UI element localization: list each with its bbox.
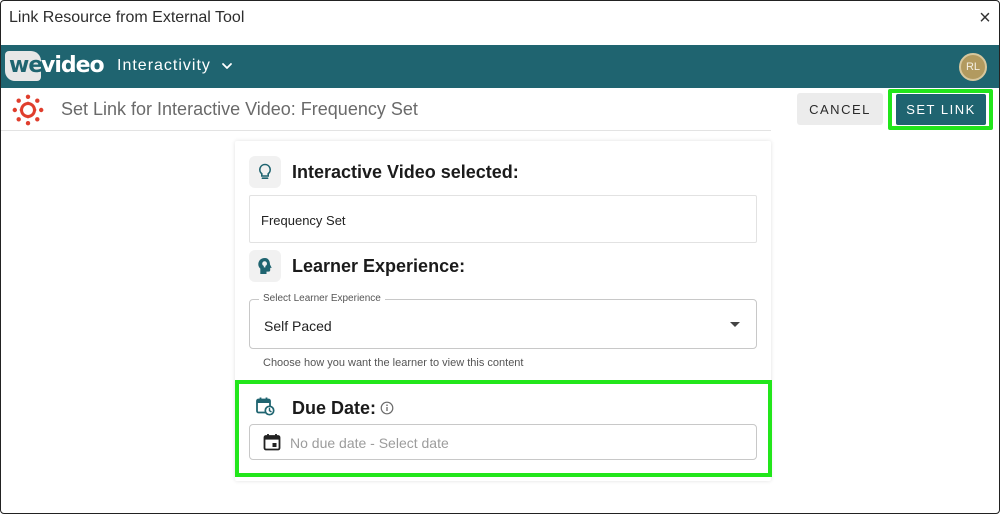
- interactivity-menu-label: Interactivity: [117, 57, 211, 74]
- page-title: Set Link for Interactive Video: Frequenc…: [61, 99, 418, 119]
- select-learner-experience-label: Select Learner Experience: [259, 293, 385, 304]
- wevideo-logo[interactable]: we video: [5, 49, 105, 83]
- learner-section-heading: Learner Experience:: [292, 256, 466, 276]
- due-date-highlight: [235, 380, 772, 477]
- dropdown-caret-icon: [730, 322, 740, 327]
- app-header: we video Interactivity RL: [1, 45, 999, 88]
- selected-video-box: Frequency Set: [249, 195, 757, 243]
- lightbulb-icon: [249, 156, 281, 188]
- dialog-title: Link Resource from External Tool: [9, 9, 245, 26]
- header-divider: [1, 130, 771, 131]
- dialog-titlebar: Link Resource from External Tool ×: [1, 1, 999, 45]
- selected-video-name: Frequency Set: [261, 213, 346, 228]
- close-icon[interactable]: ×: [977, 8, 993, 28]
- logo-we-text: we: [9, 53, 43, 78]
- interactivity-menu[interactable]: Interactivity: [117, 57, 233, 75]
- cancel-button[interactable]: CANCEL: [797, 93, 883, 125]
- learner-experience-helper: Choose how you want the learner to view …: [263, 357, 524, 369]
- dialog-window: Link Resource from External Tool × we vi…: [0, 0, 1000, 514]
- chevron-down-icon: [222, 63, 232, 69]
- user-avatar[interactable]: RL: [959, 53, 987, 81]
- canvas-lms-icon: [12, 94, 44, 126]
- set-link-button[interactable]: SET LINK: [896, 94, 986, 125]
- logo-video-text: video: [41, 53, 105, 78]
- learner-experience-select[interactable]: Select Learner Experience Self Paced: [249, 293, 757, 349]
- video-section-heading: Interactive Video selected:: [292, 162, 519, 182]
- head-lightbulb-icon: [249, 250, 281, 282]
- learner-experience-value: Self Paced: [264, 318, 332, 334]
